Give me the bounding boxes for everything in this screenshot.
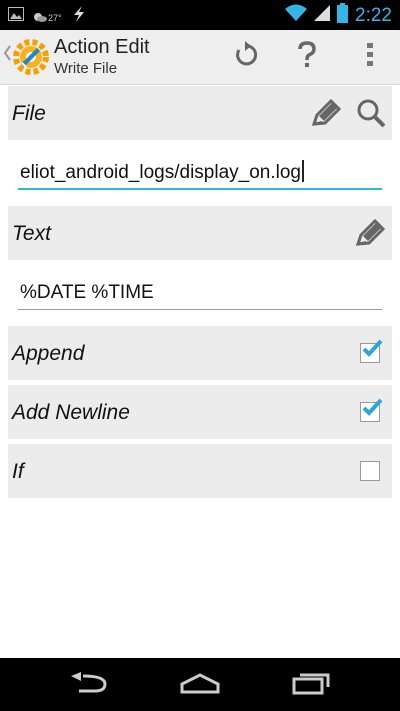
edit-pencil-icon[interactable] bbox=[354, 218, 386, 255]
input-underline bbox=[18, 188, 382, 190]
text-input-value: %DATE %TIME bbox=[20, 282, 154, 303]
revert-button[interactable] bbox=[215, 30, 275, 84]
text-label: Text bbox=[12, 222, 51, 245]
bolt-icon bbox=[70, 5, 88, 28]
if-checkbox[interactable] bbox=[360, 461, 380, 481]
help-icon bbox=[297, 40, 317, 74]
up-chevron-icon[interactable] bbox=[2, 44, 12, 67]
home-icon bbox=[180, 672, 220, 699]
clock: 2:22 bbox=[355, 4, 392, 26]
checkmark-icon bbox=[362, 398, 383, 416]
file-path-value: eliot_android_logs/display_on.log bbox=[20, 162, 301, 183]
overflow-menu-button[interactable] bbox=[340, 30, 400, 84]
input-underline bbox=[18, 309, 382, 310]
add-newline-label: Add Newline bbox=[12, 401, 130, 424]
append-row: Append bbox=[8, 326, 392, 380]
file-path-text-wrap: eliot_android_logs/display_on.log bbox=[20, 160, 304, 184]
recent-apps-button[interactable] bbox=[282, 666, 342, 704]
back-icon bbox=[69, 671, 107, 699]
help-button[interactable] bbox=[277, 30, 337, 84]
home-button[interactable] bbox=[170, 666, 230, 704]
search-icon[interactable] bbox=[356, 98, 386, 133]
back-button[interactable] bbox=[58, 666, 118, 704]
file-label: File bbox=[12, 102, 46, 125]
if-label: If bbox=[12, 460, 24, 483]
page-subtitle: Write File bbox=[54, 60, 118, 77]
file-path-input[interactable]: eliot_android_logs/display_on.log bbox=[18, 152, 382, 190]
edit-pencil-icon[interactable] bbox=[310, 98, 342, 135]
weather-temp: 27° bbox=[48, 12, 62, 23]
add-newline-checkbox[interactable] bbox=[360, 398, 383, 422]
page-title: Action Edit bbox=[54, 36, 150, 58]
status-bar: 27° 2:22 bbox=[0, 0, 400, 30]
file-row: File bbox=[8, 86, 392, 140]
signal-icon bbox=[314, 4, 331, 27]
append-checkbox[interactable] bbox=[360, 339, 383, 363]
wifi-icon bbox=[285, 4, 308, 27]
battery-icon bbox=[337, 3, 349, 28]
overflow-menu-icon bbox=[367, 42, 373, 72]
append-label: Append bbox=[12, 342, 85, 365]
gallery-icon bbox=[8, 7, 24, 26]
tasker-logo-icon[interactable] bbox=[12, 38, 50, 76]
checkmark-icon bbox=[362, 339, 383, 357]
recent-apps-icon bbox=[292, 671, 332, 700]
navigation-bar bbox=[0, 658, 400, 711]
if-row: If bbox=[8, 444, 392, 498]
weather-icon: 27° bbox=[32, 11, 62, 23]
add-newline-row: Add Newline bbox=[8, 385, 392, 439]
action-bar: Action Edit Write File bbox=[0, 30, 400, 85]
text-row: Text bbox=[8, 206, 392, 260]
revert-icon bbox=[231, 40, 259, 74]
text-input[interactable]: %DATE %TIME bbox=[18, 272, 382, 310]
text-cursor bbox=[301, 160, 304, 182]
